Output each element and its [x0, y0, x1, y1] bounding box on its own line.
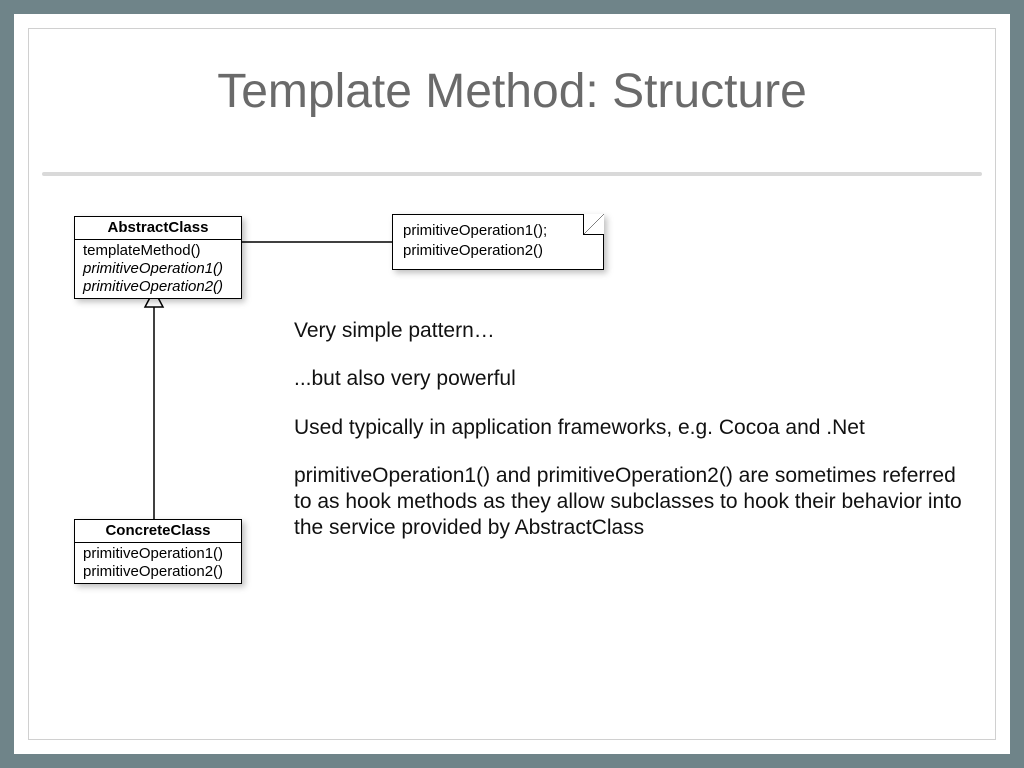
uml-class-abstract: AbstractClass templateMethod() primitive… [74, 216, 242, 299]
uml-class-name: ConcreteClass [75, 520, 241, 543]
paragraph: primitiveOperation1() and primitiveOpera… [294, 463, 978, 542]
note-fold-icon [583, 214, 604, 235]
paragraph: Used typically in application frameworks… [294, 415, 978, 441]
divider [42, 172, 982, 176]
uml-method: templateMethod() [83, 242, 233, 260]
uml-method: primitiveOperation1() [83, 260, 233, 278]
uml-note: primitiveOperation1(); primitiveOperatio… [392, 214, 604, 270]
note-line: primitiveOperation1(); [403, 221, 593, 241]
note-line: primitiveOperation2() [403, 241, 593, 261]
paragraph: Very simple pattern… [294, 318, 978, 344]
uml-method: primitiveOperation2() [83, 563, 233, 581]
slide-title: Template Method: Structure [14, 64, 1010, 119]
uml-class-name: AbstractClass [75, 217, 241, 240]
paragraph: ...but also very powerful [294, 366, 978, 392]
slide-body: Very simple pattern… ...but also very po… [294, 318, 978, 564]
uml-method: primitiveOperation2() [83, 278, 233, 296]
uml-method: primitiveOperation1() [83, 545, 233, 563]
uml-class-concrete: ConcreteClass primitiveOperation1() prim… [74, 519, 242, 584]
